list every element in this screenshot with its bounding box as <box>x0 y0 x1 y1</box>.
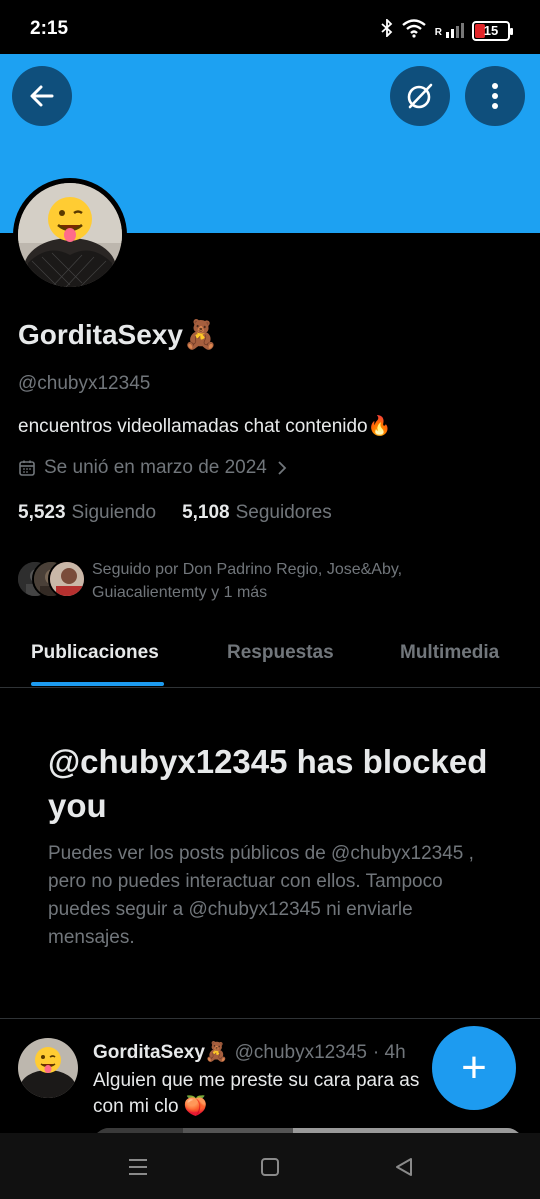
post-handle[interactable]: @chubyx12345 <box>235 1042 367 1063</box>
following-count: 5,523 <box>18 502 66 523</box>
battery-percent: 15 <box>483 23 499 38</box>
following-link[interactable]: 5,523 Siguiendo <box>18 502 156 524</box>
profile-tabs: Publicaciones Respuestas Multimedia <box>0 620 540 688</box>
followers-label: Seguidores <box>235 502 332 523</box>
profile-avatar[interactable] <box>13 178 127 292</box>
joined-label: Se unió en marzo de 2024 <box>44 457 267 478</box>
post-text[interactable]: Alguien que me preste su cara para as co… <box>93 1068 443 1120</box>
followed-by-text: Seguido por Don Padrino Regio, Jose&Aby,… <box>92 561 403 601</box>
system-nav-bar <box>0 1133 540 1199</box>
home-square-icon[interactable] <box>256 1153 284 1181</box>
followers-count: 5,108 <box>182 502 230 523</box>
profile-handle: @chubyx12345 <box>18 373 151 394</box>
back-arrow-icon <box>30 85 54 107</box>
grok-button[interactable] <box>390 66 450 126</box>
compose-button[interactable]: + <box>432 1026 516 1110</box>
status-bar: 2:15 R 15 <box>0 0 540 54</box>
status-icons: R 15 <box>381 17 513 43</box>
grok-icon <box>407 83 433 109</box>
post-header: GorditaSexy🧸 @chubyx12345 · 4h <box>93 1040 406 1064</box>
following-label: Siguiendo <box>71 502 157 523</box>
blocked-message: Puedes ver los posts públicos de @chubyx… <box>48 843 474 948</box>
profile-name: GorditaSexy🧸 <box>18 319 218 350</box>
followers-avatars <box>16 558 86 598</box>
tab-multimedia[interactable]: Multimedia <box>400 642 499 664</box>
followed-by[interactable]: Seguido por Don Padrino Regio, Jose&Aby,… <box>16 558 516 604</box>
wifi-icon <box>401 18 427 43</box>
divider <box>0 1018 540 1019</box>
tab-respuestas[interactable]: Respuestas <box>227 642 334 664</box>
follower-avatar <box>48 560 86 598</box>
post-avatar[interactable] <box>18 1038 78 1098</box>
back-triangle-icon[interactable] <box>390 1153 418 1181</box>
post-author[interactable]: GorditaSexy🧸 <box>93 1042 229 1063</box>
signal-icon: R <box>435 23 464 38</box>
post-time: · 4h <box>372 1042 406 1063</box>
joined-date[interactable]: Se unió en marzo de 2024 <box>18 457 289 479</box>
more-vertical-icon <box>492 83 498 109</box>
avatar-image <box>18 183 122 287</box>
chevron-right-icon <box>278 461 287 475</box>
back-button[interactable] <box>12 66 72 126</box>
status-time: 2:15 <box>30 18 69 39</box>
battery-icon: 15 <box>472 20 513 41</box>
profile-bio: encuentros videollamadas chat contenido🔥 <box>18 416 392 437</box>
follow-stats: 5,523 Siguiendo 5,108 Seguidores <box>18 502 332 524</box>
network-type-label: R <box>434 27 442 38</box>
calendar-icon <box>19 460 35 476</box>
bluetooth-icon <box>381 17 393 42</box>
active-tab-indicator <box>31 682 164 686</box>
tab-publicaciones[interactable]: Publicaciones <box>31 642 159 664</box>
followers-link[interactable]: 5,108 Seguidores <box>182 502 332 524</box>
blocked-title: @chubyx12345 has blocked you <box>48 743 488 824</box>
plus-icon: + <box>461 1043 487 1092</box>
menu-icon[interactable] <box>124 1153 152 1181</box>
more-options-button[interactable] <box>465 66 525 126</box>
